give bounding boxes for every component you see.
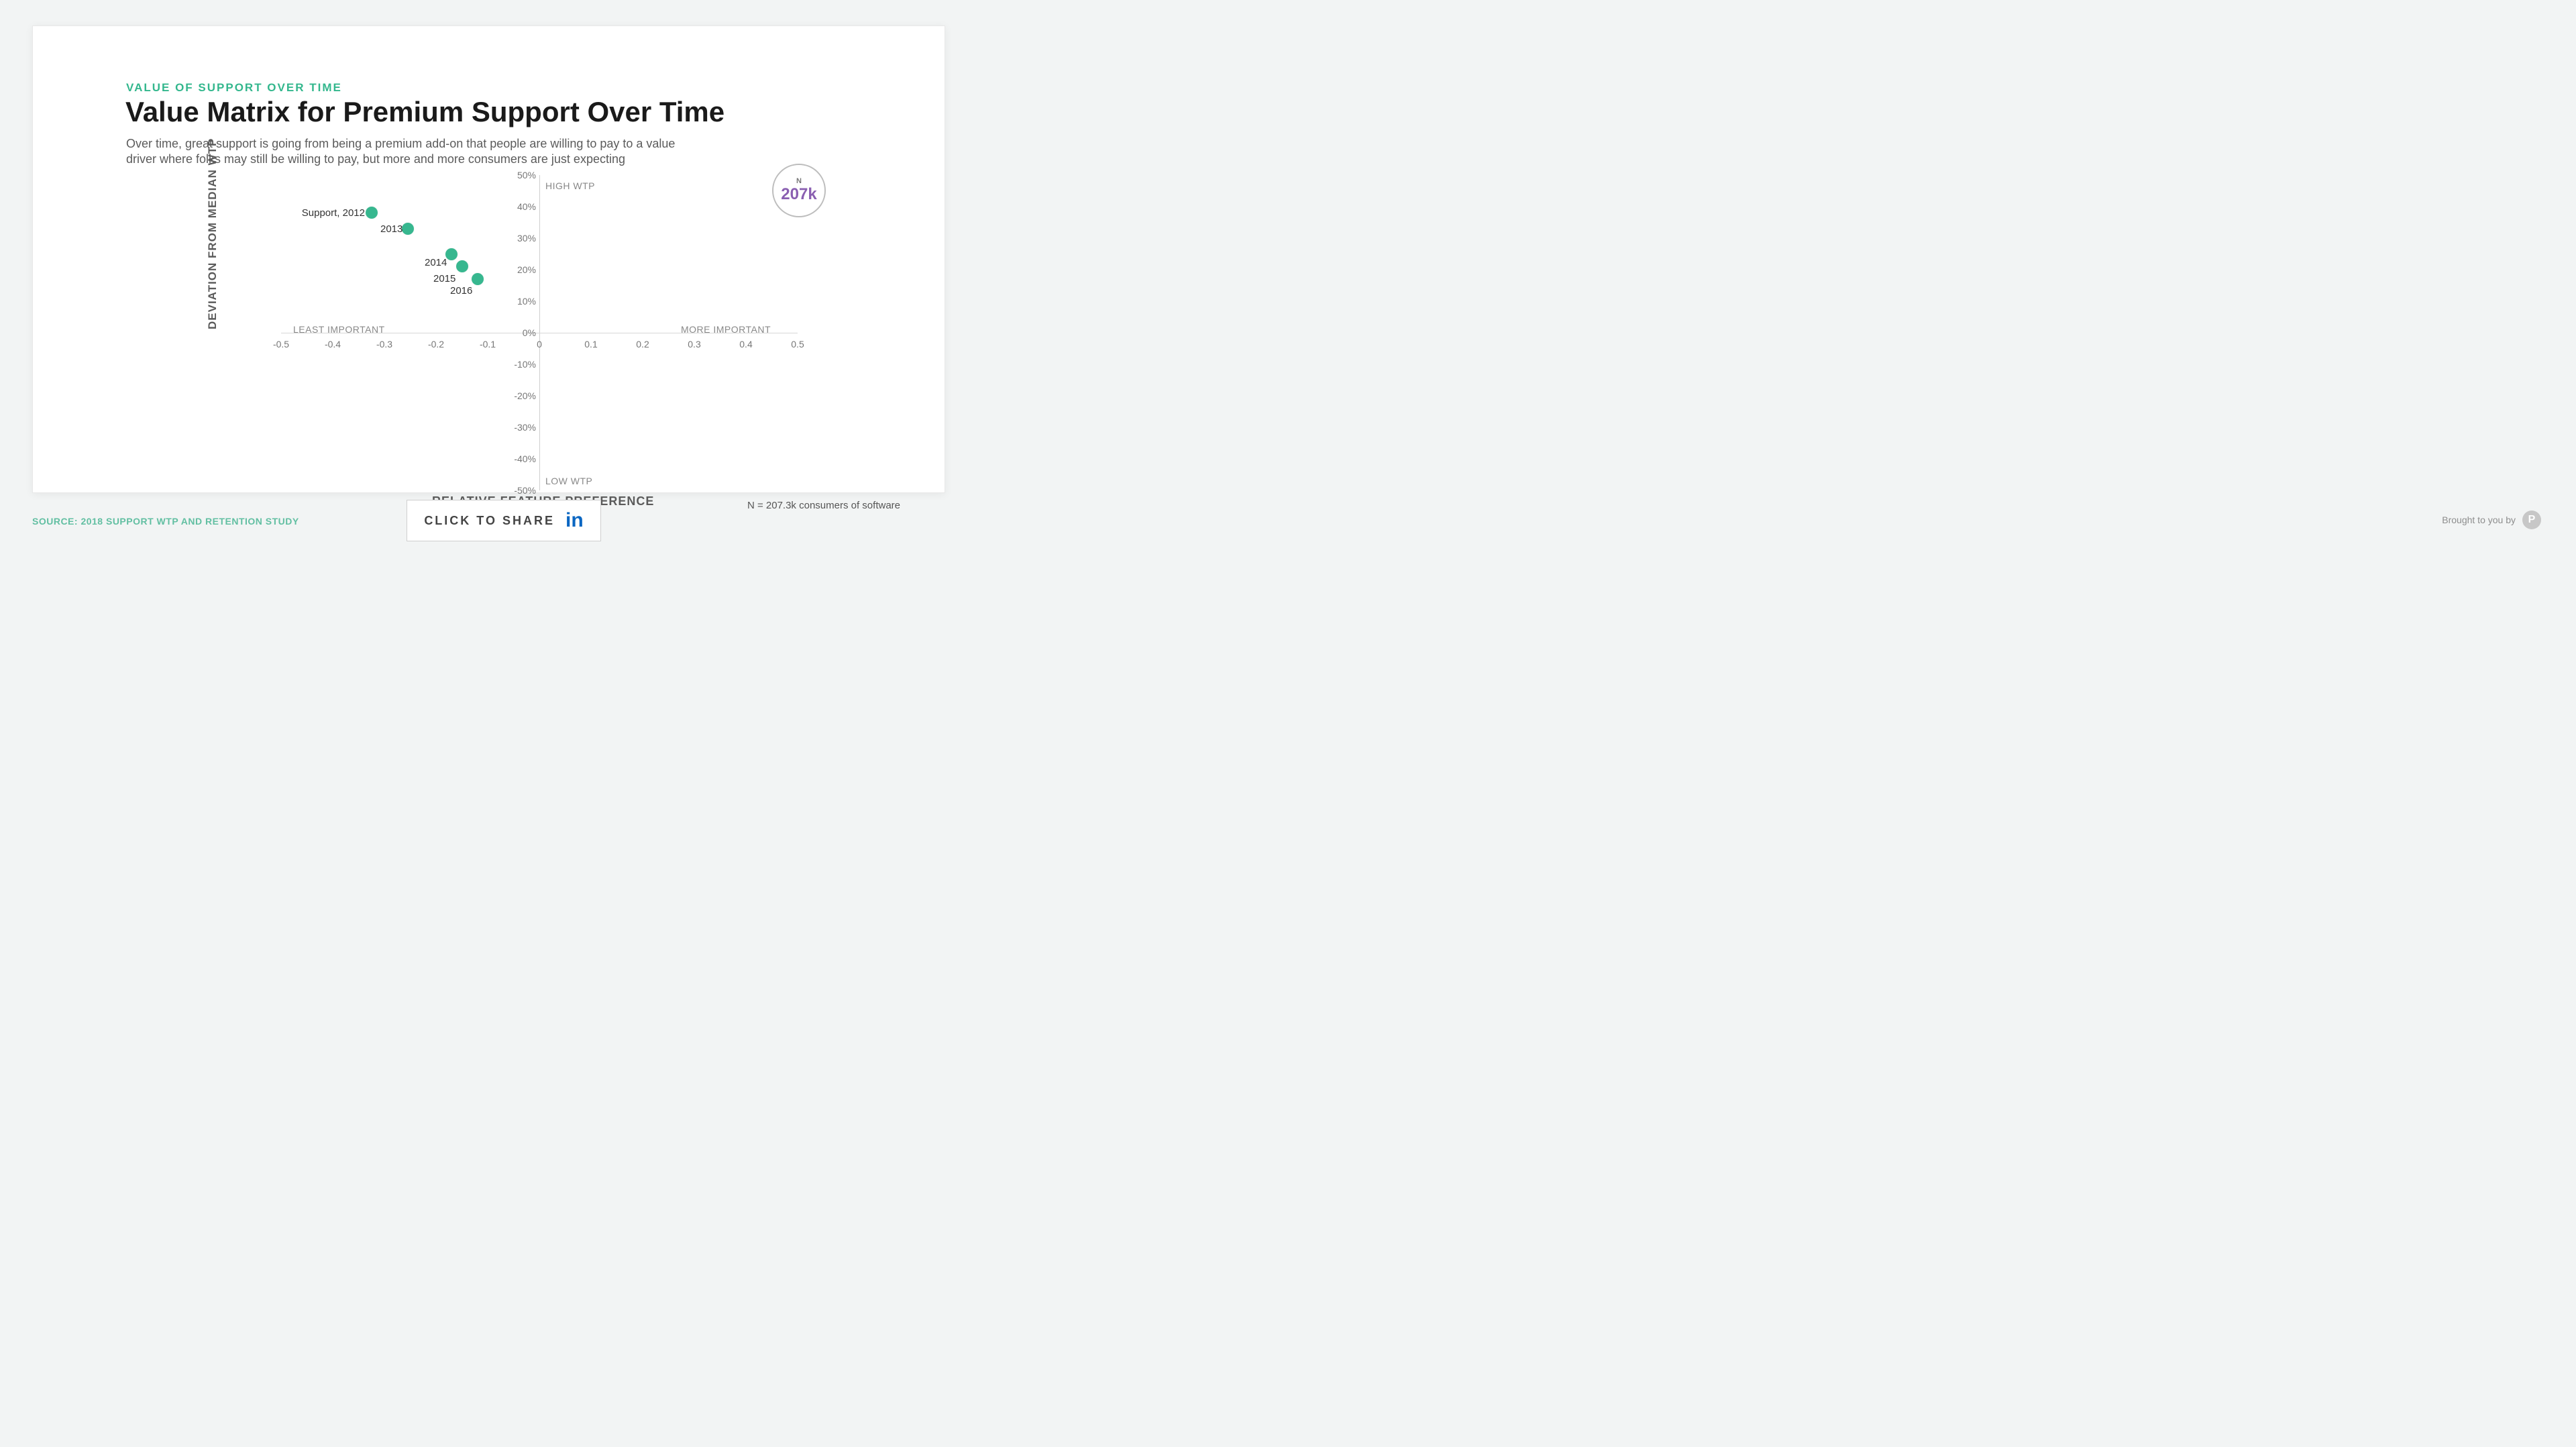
data-point-2015 xyxy=(456,260,468,272)
y-tick: 10% xyxy=(517,296,536,307)
quadrant-label-left: LEAST IMPORTANT xyxy=(293,324,385,335)
eyebrow: VALUE OF SUPPORT OVER TIME xyxy=(126,81,342,95)
data-label-2015: 2015 xyxy=(433,273,455,284)
x-tick: 0.1 xyxy=(584,339,597,350)
y-tick: 20% xyxy=(517,264,536,275)
linkedin-icon: in xyxy=(566,509,584,532)
data-point-2014 xyxy=(445,248,458,260)
y-tick: -20% xyxy=(514,390,536,401)
y-tick: 30% xyxy=(517,233,536,244)
x-tick: -0.1 xyxy=(480,339,496,350)
y-tick: 50% xyxy=(517,170,536,180)
brought-by-label: Brought to you by xyxy=(2442,515,2516,525)
y-tick: 0% xyxy=(523,327,536,338)
quadrant-label-bottom: LOW WTP xyxy=(545,476,592,486)
x-tick: -0.3 xyxy=(376,339,392,350)
quadrant-label-right: MORE IMPORTANT xyxy=(681,324,771,335)
x-tick: 0.3 xyxy=(688,339,700,350)
y-tick: -10% xyxy=(514,359,536,370)
sample-size-footnote: N = 207.3k consumers of software xyxy=(747,500,900,511)
quadrant-label-top: HIGH WTP xyxy=(545,180,595,191)
x-tick: -0.2 xyxy=(428,339,444,350)
data-point-2016 xyxy=(472,273,484,285)
y-tick: -30% xyxy=(514,422,536,433)
scatter-plot: HIGH WTP LOW WTP LEAST IMPORTANT MORE IM… xyxy=(281,175,798,490)
data-label-2013: 2013 xyxy=(380,223,402,235)
y-tick: -40% xyxy=(514,453,536,464)
x-tick: -0.4 xyxy=(325,339,341,350)
x-tick: 0 xyxy=(537,339,542,350)
data-point-2012 xyxy=(366,207,378,219)
x-tick: 0.5 xyxy=(791,339,804,350)
source-citation: SOURCE: 2018 SUPPORT WTP AND RETENTION S… xyxy=(32,516,299,527)
brand-logo-icon: P xyxy=(2522,511,2541,529)
data-label-2012: Support, 2012 xyxy=(284,207,365,219)
share-button[interactable]: CLICK TO SHARE in xyxy=(407,500,601,541)
x-tick: 0.2 xyxy=(636,339,649,350)
x-tick: -0.5 xyxy=(273,339,289,350)
share-button-label: CLICK TO SHARE xyxy=(424,514,555,528)
y-tick: 40% xyxy=(517,201,536,212)
data-label-2014: 2014 xyxy=(425,257,447,268)
data-point-2013 xyxy=(402,223,414,235)
page-title: Value Matrix for Premium Support Over Ti… xyxy=(125,96,724,128)
data-label-2016: 2016 xyxy=(450,285,472,297)
x-tick: 0.4 xyxy=(739,339,752,350)
y-axis-label: DEVIATION FROM MEDIAN WTP xyxy=(206,138,219,329)
chart-card: VALUE OF SUPPORT OVER TIME Value Matrix … xyxy=(32,25,945,493)
